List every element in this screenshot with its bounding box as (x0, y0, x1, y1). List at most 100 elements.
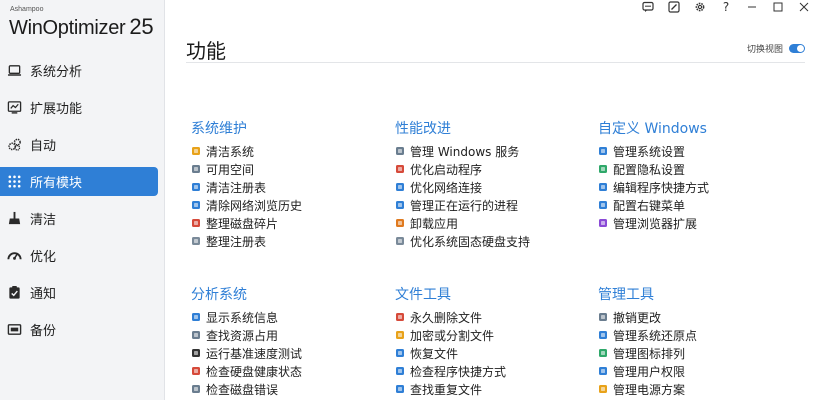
module-link[interactable]: 整理磁盘碎片 (191, 214, 391, 232)
module-link[interactable]: 清洁系统 (191, 142, 391, 160)
module-label: 加密或分割文件 (410, 328, 495, 343)
brand-name: WinOptimizer (9, 17, 126, 39)
dashboard-icon (6, 100, 22, 116)
module-icon (395, 384, 405, 394)
help-button[interactable]: ? (713, 0, 739, 14)
module-label: 撤销更改 (613, 310, 662, 325)
module-link[interactable]: 运行基准速度测试 (191, 344, 391, 362)
view-toggle-switch[interactable] (789, 44, 805, 53)
module-link[interactable]: 管理 Windows 服务 (395, 142, 595, 160)
module-link[interactable]: 管理系统还原点 (598, 326, 798, 344)
sidebar-item-label: 优化 (30, 250, 57, 265)
module-label: 管理电源方案 (613, 382, 686, 397)
module-link[interactable]: 管理用户权限 (598, 362, 798, 380)
module-label: 显示系统信息 (206, 310, 279, 325)
module-link[interactable]: 显示系统信息 (191, 308, 391, 326)
page-title: 功能 (186, 39, 226, 63)
module-icon (598, 330, 608, 340)
module-icon (191, 366, 201, 376)
module-icon (598, 348, 608, 358)
module-link[interactable]: 优化网络连接 (395, 178, 595, 196)
sidebar-item-1[interactable]: 系统分析 (0, 56, 159, 85)
module-link[interactable]: 清洁注册表 (191, 178, 391, 196)
module-label: 卸载应用 (410, 216, 459, 231)
feedback-button[interactable] (635, 0, 661, 14)
module-label: 编辑程序快捷方式 (613, 180, 710, 195)
module-link[interactable]: 整理注册表 (191, 232, 391, 250)
module-link[interactable]: 撤销更改 (598, 308, 798, 326)
group-title: 文件工具 (395, 287, 451, 303)
module-link[interactable]: 查找资源占用 (191, 326, 391, 344)
module-label: 管理浏览器扩展 (613, 216, 698, 231)
module-label: 整理磁盘碎片 (206, 216, 279, 231)
sidebar-item-4[interactable]: 所有模块 (0, 167, 158, 196)
module-label: 管理 Windows 服务 (410, 144, 520, 159)
module-icon (598, 182, 608, 192)
sidebar-item-label: 备份 (30, 324, 57, 339)
module-link[interactable]: 管理系统设置 (598, 142, 798, 160)
module-icon (395, 330, 405, 340)
module-group-1: 系统维护 清洁系统 可用空间 清洁注册表 清除网络浏览历史 整理磁盘碎片 整理注册表 (191, 118, 391, 250)
module-label: 运行基准速度测试 (206, 346, 303, 361)
module-link[interactable]: 检查程序快捷方式 (395, 362, 595, 380)
module-icon (395, 146, 405, 156)
sidebar-item-6[interactable]: 优化 (0, 241, 159, 270)
minimize-icon (748, 6, 756, 8)
module-link[interactable]: 管理电源方案 (598, 380, 798, 398)
module-icon (395, 182, 405, 192)
backup-icon (6, 322, 22, 338)
module-link[interactable]: 优化启动程序 (395, 160, 595, 178)
module-label: 管理正在运行的进程 (410, 198, 519, 213)
broom-icon (6, 211, 22, 227)
module-link[interactable]: 卸载应用 (395, 214, 595, 232)
module-icon (191, 348, 201, 358)
module-link[interactable]: 永久删除文件 (395, 308, 595, 326)
module-link[interactable]: 管理浏览器扩展 (598, 214, 798, 232)
group-title: 自定义 Windows (598, 121, 707, 137)
module-label: 优化启动程序 (410, 162, 483, 177)
module-link[interactable]: 检查硬盘健康状态 (191, 362, 391, 380)
module-group-2: 性能改进 管理 Windows 服务 优化启动程序 优化网络连接 管理正在运行的进程 卸载… (395, 118, 595, 250)
module-label: 检查硬盘健康状态 (206, 364, 303, 379)
sidebar-item-2[interactable]: 扩展功能 (0, 93, 159, 122)
module-icon (598, 200, 608, 210)
module-link[interactable]: 可用空间 (191, 160, 391, 178)
module-icon (598, 312, 608, 322)
module-link[interactable]: 配置隐私设置 (598, 160, 798, 178)
module-icon (191, 182, 201, 192)
module-link[interactable]: 管理图标排列 (598, 344, 798, 362)
module-label: 检查磁盘错误 (206, 382, 279, 397)
module-label: 清洁系统 (206, 144, 255, 159)
module-link[interactable]: 配置右键菜单 (598, 196, 798, 214)
module-link[interactable]: 管理正在运行的进程 (395, 196, 595, 214)
sidebar-item-label: 通知 (30, 287, 57, 302)
module-link[interactable]: 优化系统固态硬盘支持 (395, 232, 595, 250)
module-link[interactable]: 加密或分割文件 (395, 326, 595, 344)
sidebar-item-5[interactable]: 清洁 (0, 204, 159, 233)
close-button[interactable] (791, 0, 817, 14)
module-link[interactable]: 编辑程序快捷方式 (598, 178, 798, 196)
module-link[interactable]: 清除网络浏览历史 (191, 196, 391, 214)
module-label: 管理系统还原点 (613, 328, 698, 343)
group-title: 管理工具 (598, 287, 654, 303)
minimize-button[interactable] (739, 0, 765, 14)
module-link[interactable]: 查找重复文件 (395, 380, 595, 398)
module-link[interactable]: 恢复文件 (395, 344, 595, 362)
edit-button[interactable] (661, 0, 687, 14)
module-icon (598, 366, 608, 376)
view-toggle-label: 切换视图 (746, 45, 783, 55)
view-toggle[interactable]: 切换视图 (747, 42, 805, 55)
maximize-button[interactable] (765, 0, 791, 14)
module-label: 清洁注册表 (206, 180, 267, 195)
feedback-icon (642, 1, 654, 12)
module-label: 可用空间 (206, 162, 255, 177)
sidebar-item-8[interactable]: 备份 (0, 315, 159, 344)
close-icon (799, 2, 809, 12)
sidebar-item-3[interactable]: 自动 (0, 130, 159, 159)
sidebar-item-7[interactable]: 通知 (0, 278, 159, 307)
settings-button[interactable] (687, 0, 713, 14)
module-label: 优化系统固态硬盘支持 (410, 234, 531, 249)
grid-icon (6, 174, 22, 190)
module-link[interactable]: 检查磁盘错误 (191, 380, 391, 398)
sidebar-item-label: 所有模块 (30, 176, 83, 191)
